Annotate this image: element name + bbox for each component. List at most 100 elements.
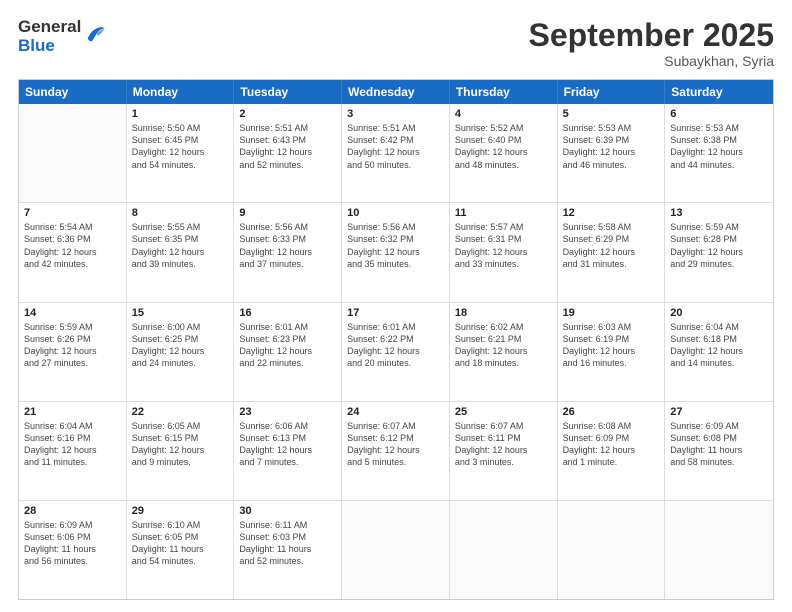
weekday-header-friday: Friday xyxy=(558,80,666,104)
day-number: 8 xyxy=(132,207,229,219)
cell-info-line: Sunset: 6:08 PM xyxy=(670,432,768,444)
cell-info-line: Sunset: 6:29 PM xyxy=(563,233,660,245)
weekday-header-monday: Monday xyxy=(127,80,235,104)
calendar-cell: 20Sunrise: 6:04 AMSunset: 6:18 PMDayligh… xyxy=(665,303,773,401)
weekday-header-saturday: Saturday xyxy=(665,80,773,104)
day-number: 16 xyxy=(239,307,336,319)
weekday-header-wednesday: Wednesday xyxy=(342,80,450,104)
cell-info-line: Daylight: 12 hours xyxy=(563,345,660,357)
cell-info-line: Daylight: 11 hours xyxy=(24,543,121,555)
cell-info-line: and 54 minutes. xyxy=(132,159,229,171)
cell-info-line: Sunrise: 5:52 AM xyxy=(455,122,552,134)
cell-info-line: Sunset: 6:36 PM xyxy=(24,233,121,245)
cell-info-line: Sunset: 6:03 PM xyxy=(239,531,336,543)
cell-info-line: Sunset: 6:09 PM xyxy=(563,432,660,444)
cell-info-line: Sunset: 6:13 PM xyxy=(239,432,336,444)
cell-info-line: Daylight: 12 hours xyxy=(670,146,768,158)
cell-info-line: Daylight: 12 hours xyxy=(132,246,229,258)
day-number: 11 xyxy=(455,207,552,219)
cell-info-line: Sunset: 6:42 PM xyxy=(347,134,444,146)
day-number: 30 xyxy=(239,505,336,517)
page: General Blue September 2025 Subaykhan, S… xyxy=(0,0,792,612)
cell-info-line: Sunrise: 5:56 AM xyxy=(239,221,336,233)
cell-info-line: Daylight: 12 hours xyxy=(347,146,444,158)
cell-info-line: Daylight: 12 hours xyxy=(670,246,768,258)
calendar-cell: 23 Sunrise: 6:06 AMSunset: 6:13 PMDayligh… xyxy=(234,402,342,500)
day-number: 14 xyxy=(24,307,121,319)
calendar-row-0: 1Sunrise: 5:50 AMSunset: 6:45 PMDaylight… xyxy=(19,104,773,203)
cell-info-line: and 58 minutes. xyxy=(670,456,768,468)
cell-info-line: Daylight: 12 hours xyxy=(455,146,552,158)
calendar-cell: 4Sunrise: 5:52 AMSunset: 6:40 PMDaylight… xyxy=(450,104,558,202)
calendar-cell: 24Sunrise: 6:07 AMSunset: 6:12 PMDayligh… xyxy=(342,402,450,500)
cell-info-line: and 1 minute. xyxy=(563,456,660,468)
cell-info-line: Daylight: 12 hours xyxy=(239,146,336,158)
cell-info-line: Sunrise: 6:06 AM xyxy=(239,420,336,432)
cell-info-line: Sunrise: 6:02 AM xyxy=(455,321,552,333)
cell-info-line: and 3 minutes. xyxy=(455,456,552,468)
calendar-cell xyxy=(558,501,666,599)
month-title: September 2025 xyxy=(529,18,774,53)
cell-info-line: and 56 minutes. xyxy=(24,555,121,567)
cell-info-line: and 27 minutes. xyxy=(24,357,121,369)
cell-info-line: Daylight: 12 hours xyxy=(24,444,121,456)
cell-info-line: Sunset: 6:19 PM xyxy=(563,333,660,345)
cell-info-line: and 37 minutes. xyxy=(239,258,336,270)
cell-info-line: and 42 minutes. xyxy=(24,258,121,270)
day-number: 7 xyxy=(24,207,121,219)
cell-info-line: and 14 minutes. xyxy=(670,357,768,369)
calendar-row-3: 21Sunrise: 6:04 AMSunset: 6:16 PMDayligh… xyxy=(19,402,773,501)
calendar-cell: 7Sunrise: 5:54 AMSunset: 6:36 PMDaylight… xyxy=(19,203,127,301)
day-number: 2 xyxy=(239,108,336,120)
day-number: 28 xyxy=(24,505,121,517)
cell-info-line: Sunset: 6:45 PM xyxy=(132,134,229,146)
day-number: 17 xyxy=(347,307,444,319)
cell-info-line: and 44 minutes. xyxy=(670,159,768,171)
cell-info-line: Sunrise: 6:09 AM xyxy=(24,519,121,531)
calendar-cell xyxy=(665,501,773,599)
day-number: 10 xyxy=(347,207,444,219)
cell-info-line: Sunrise: 5:53 AM xyxy=(670,122,768,134)
cell-info-line: Sunrise: 5:58 AM xyxy=(563,221,660,233)
logo-general: General xyxy=(18,18,81,37)
cell-info-line: and 29 minutes. xyxy=(670,258,768,270)
cell-info-line: Sunset: 6:12 PM xyxy=(347,432,444,444)
day-number: 1 xyxy=(132,108,229,120)
cell-info-line: Sunset: 6:05 PM xyxy=(132,531,229,543)
day-number: 23 xyxy=(239,406,336,418)
cell-info-line: Sunset: 6:35 PM xyxy=(132,233,229,245)
cell-info-line: and 48 minutes. xyxy=(455,159,552,171)
cell-info-line: and 52 minutes. xyxy=(239,555,336,567)
weekday-header-tuesday: Tuesday xyxy=(234,80,342,104)
cell-info-line: Sunrise: 6:04 AM xyxy=(24,420,121,432)
day-number: 9 xyxy=(239,207,336,219)
cell-info-line: Daylight: 12 hours xyxy=(455,246,552,258)
calendar-body: 1Sunrise: 5:50 AMSunset: 6:45 PMDaylight… xyxy=(19,104,773,599)
calendar-row-4: 28Sunrise: 6:09 AMSunset: 6:06 PMDayligh… xyxy=(19,501,773,599)
cell-info-line: Sunset: 6:43 PM xyxy=(239,134,336,146)
cell-info-line: Sunrise: 6:11 AM xyxy=(239,519,336,531)
cell-info-line: Sunset: 6:28 PM xyxy=(670,233,768,245)
cell-info-line: Daylight: 12 hours xyxy=(239,246,336,258)
cell-info-line: Daylight: 12 hours xyxy=(239,444,336,456)
calendar-cell: 9Sunrise: 5:56 AMSunset: 6:33 PMDaylight… xyxy=(234,203,342,301)
day-number: 19 xyxy=(563,307,660,319)
cell-info-line: Sunrise: 5:57 AM xyxy=(455,221,552,233)
cell-info-line: and 20 minutes. xyxy=(347,357,444,369)
cell-info-line: Sunset: 6:40 PM xyxy=(455,134,552,146)
cell-info-line: Sunrise: 6:03 AM xyxy=(563,321,660,333)
day-number: 18 xyxy=(455,307,552,319)
cell-info-line: Daylight: 12 hours xyxy=(132,146,229,158)
day-number: 12 xyxy=(563,207,660,219)
calendar-cell xyxy=(342,501,450,599)
cell-info-line: and 46 minutes. xyxy=(563,159,660,171)
cell-info-line: and 18 minutes. xyxy=(455,357,552,369)
cell-info-line: Sunset: 6:23 PM xyxy=(239,333,336,345)
cell-info-line: and 9 minutes. xyxy=(132,456,229,468)
cell-info-line: Sunset: 6:32 PM xyxy=(347,233,444,245)
calendar-row-1: 7Sunrise: 5:54 AMSunset: 6:36 PMDaylight… xyxy=(19,203,773,302)
cell-info-line: Sunrise: 6:01 AM xyxy=(239,321,336,333)
cell-info-line: Sunrise: 6:07 AM xyxy=(347,420,444,432)
cell-info-line: Sunrise: 6:00 AM xyxy=(132,321,229,333)
logo-text: General Blue xyxy=(18,18,81,55)
